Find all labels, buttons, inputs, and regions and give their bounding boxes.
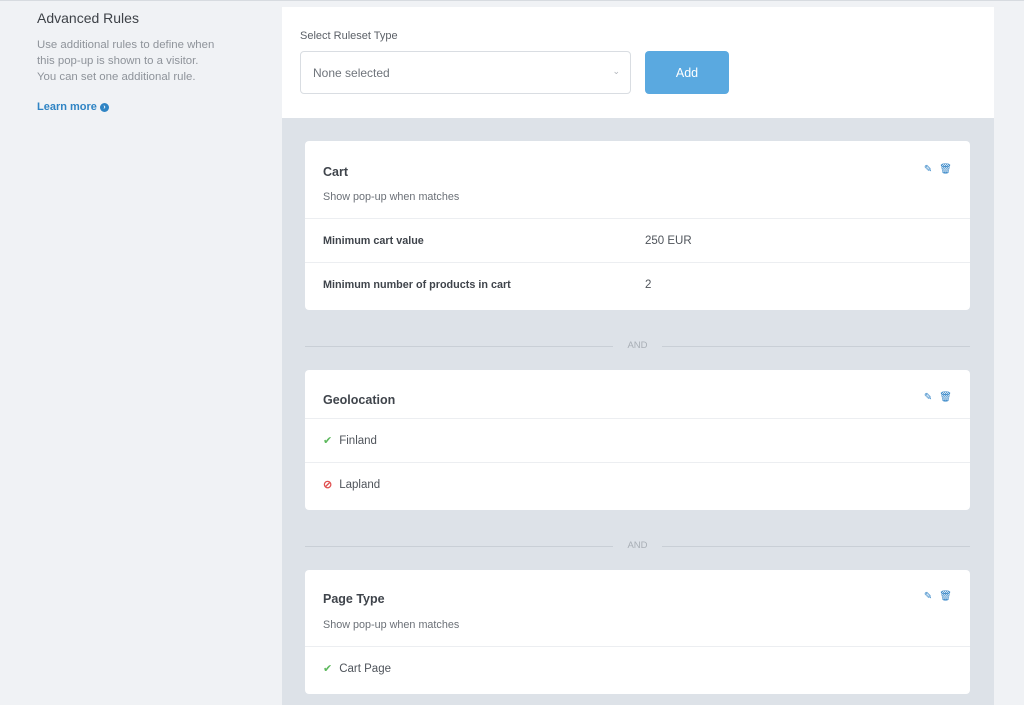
section-title: Advanced Rules xyxy=(37,10,139,26)
page-type-rule-card: Page Type ✎ 🗑 Show pop-up when matches ✔… xyxy=(305,570,970,694)
and-divider: AND xyxy=(305,340,970,352)
cart-rule-card: Cart ✎ 🗑 Show pop-up when matches Minimu… xyxy=(305,141,970,310)
top-border xyxy=(0,0,1024,1)
learn-more-link[interactable]: Learn more › xyxy=(37,101,109,113)
card-title: Cart xyxy=(323,165,349,179)
rule-value: 250 EUR xyxy=(645,234,692,247)
card-actions: ✎ 🗑 xyxy=(924,591,952,602)
rules-panel: Select Ruleset Type None selected ⌄ Add … xyxy=(282,7,994,705)
card-subtitle: Show pop-up when matches xyxy=(323,619,460,631)
trash-icon[interactable]: 🗑 xyxy=(939,164,952,175)
list-item: ✔ Cart Page xyxy=(305,646,970,690)
list-item: ⊘ Lapland xyxy=(305,462,970,506)
trash-icon[interactable]: 🗑 xyxy=(939,392,952,403)
card-subtitle: Show pop-up when matches xyxy=(323,191,460,203)
ruleset-type-label: Select Ruleset Type xyxy=(300,30,398,42)
ruleset-selector: Select Ruleset Type None selected ⌄ Add xyxy=(282,7,994,118)
location-label: Finland xyxy=(339,434,377,447)
ban-icon: ⊘ xyxy=(323,479,333,491)
geolocation-rule-card: Geolocation ✎ 🗑 ✔ Finland ⊘ Lapland xyxy=(305,370,970,510)
check-icon: ✔ xyxy=(323,663,333,675)
advanced-rules-intro: Advanced Rules Use additional rules to d… xyxy=(37,10,267,115)
card-actions: ✎ 🗑 xyxy=(924,392,952,403)
arrow-circle-right-icon: › xyxy=(99,102,109,112)
pencil-icon[interactable]: ✎ xyxy=(924,591,932,602)
chevron-down-icon: ⌄ xyxy=(612,66,620,76)
add-ruleset-button[interactable]: Add xyxy=(645,51,729,94)
pencil-icon[interactable]: ✎ xyxy=(924,392,932,403)
trash-icon[interactable]: 🗑 xyxy=(939,591,952,602)
location-label: Lapland xyxy=(339,478,381,491)
card-actions: ✎ 🗑 xyxy=(924,164,952,175)
page-type-label: Cart Page xyxy=(339,662,391,675)
section-description: Use additional rules to define when this… xyxy=(37,39,215,83)
check-icon: ✔ xyxy=(323,435,333,447)
table-row: Minimum number of products in cart 2 xyxy=(305,262,970,306)
ruleset-selected-value: None selected xyxy=(313,65,390,80)
list-item: ✔ Finland xyxy=(305,418,970,462)
card-title: Geolocation xyxy=(323,393,396,407)
rule-key: Minimum number of products in cart xyxy=(323,278,511,291)
ruleset-type-select[interactable]: None selected ⌄ xyxy=(300,51,631,94)
and-divider: AND xyxy=(305,540,970,552)
rule-key: Minimum cart value xyxy=(323,234,424,247)
rule-value: 2 xyxy=(645,278,652,291)
card-title: Page Type xyxy=(323,592,385,606)
pencil-icon[interactable]: ✎ xyxy=(924,164,932,175)
table-row: Minimum cart value 250 EUR xyxy=(305,218,970,262)
